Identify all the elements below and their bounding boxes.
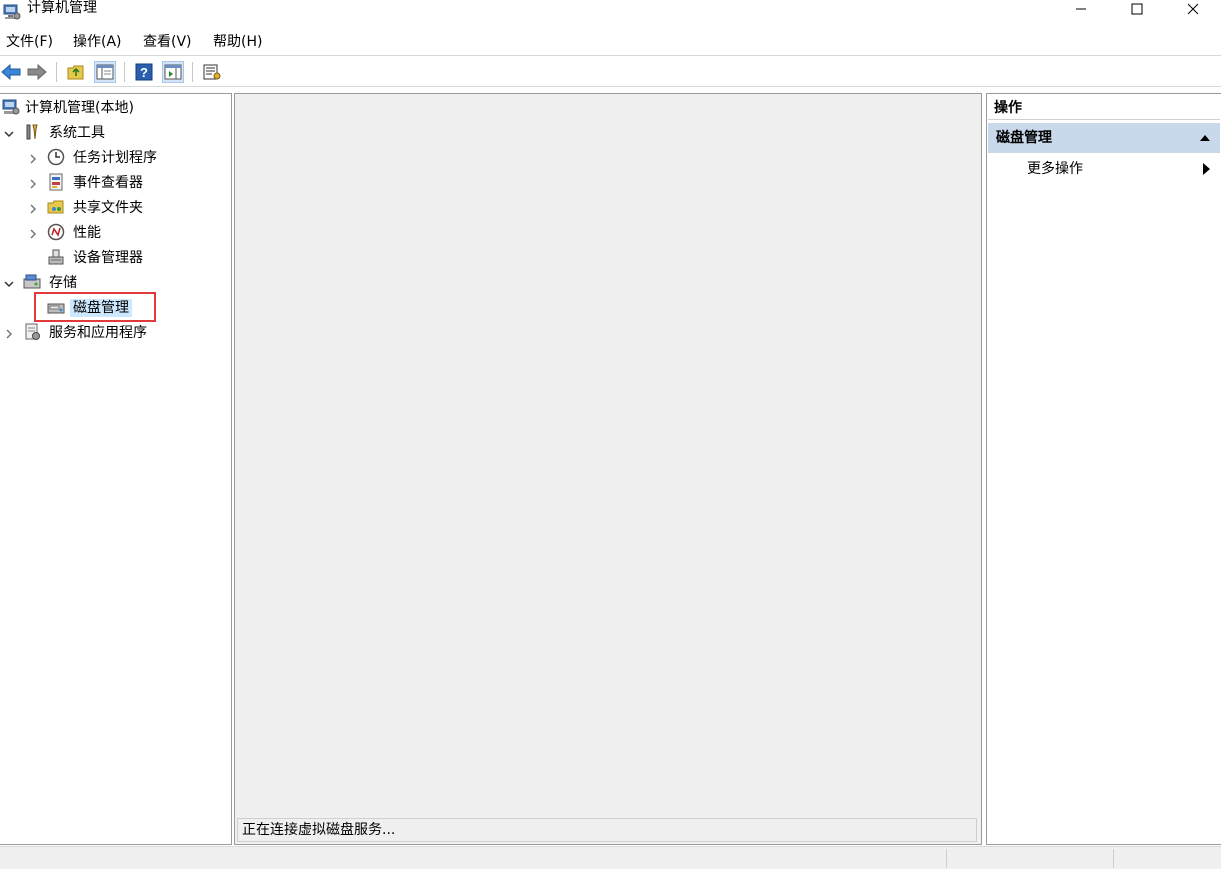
storage-icon — [23, 274, 41, 289]
console-tree-pane: 计算机管理(本地) 系统工具 任务计划程序 事件查看器 共享文件夹 性能 设备管… — [0, 93, 232, 845]
submenu-arrow-icon — [1203, 163, 1210, 175]
chevron-right-icon[interactable] — [27, 203, 39, 215]
action-more-actions[interactable]: 更多操作 — [1027, 160, 1083, 178]
show-action-pane-icon — [164, 64, 182, 80]
center-content-pane: 正在连接虚拟磁盘服务... — [234, 93, 982, 845]
window-title: 计算机管理 — [27, 0, 97, 16]
maximize-icon — [1131, 3, 1143, 15]
toolbar-separator — [56, 62, 57, 82]
shared-folder-icon — [47, 200, 64, 214]
chevron-down-icon[interactable] — [3, 278, 15, 290]
help-button[interactable]: ? — [133, 61, 155, 83]
status-bar-divider — [1113, 849, 1114, 868]
tree-item-event-viewer[interactable]: 事件查看器 — [73, 174, 143, 192]
chevron-right-icon[interactable] — [3, 328, 15, 340]
help-icon: ? — [135, 63, 153, 81]
services-icon — [25, 323, 40, 340]
action-section-label: 磁盘管理 — [996, 130, 1052, 146]
menu-bar: 文件(F) 操作(A) 查看(V) 帮助(H) — [0, 29, 1221, 56]
tree-item-task-scheduler[interactable]: 任务计划程序 — [73, 149, 157, 167]
computer-management-icon — [2, 99, 20, 115]
svg-text:?: ? — [140, 65, 148, 80]
clock-icon — [47, 148, 65, 166]
toolbar: ? — [0, 57, 1221, 87]
title-bar: 计算机管理 — [0, 0, 1221, 28]
show-hide-tree-icon — [96, 64, 114, 80]
properties-icon — [203, 64, 221, 80]
event-viewer-icon — [49, 173, 63, 191]
tree-item-system-tools[interactable]: 系统工具 — [49, 124, 105, 142]
menu-help[interactable]: 帮助(H) — [213, 33, 262, 51]
menu-file[interactable]: 文件(F) — [6, 33, 53, 51]
properties-button[interactable] — [201, 61, 223, 83]
performance-icon — [47, 223, 65, 241]
up-button[interactable] — [65, 61, 87, 83]
forward-button[interactable] — [26, 61, 48, 83]
tree-item-performance[interactable]: 性能 — [73, 224, 101, 242]
tree-item-storage[interactable]: 存储 — [49, 274, 77, 292]
status-bar-divider — [946, 849, 947, 868]
minimize-button[interactable] — [1053, 0, 1109, 18]
menu-action[interactable]: 操作(A) — [73, 33, 122, 51]
show-hide-tree-button[interactable] — [94, 61, 116, 83]
computer-management-icon — [3, 4, 21, 20]
close-button[interactable] — [1165, 0, 1221, 18]
chevron-right-icon[interactable] — [27, 153, 39, 165]
minimize-icon — [1076, 8, 1086, 10]
status-bar — [0, 846, 1221, 869]
tree-item-services-apps[interactable]: 服务和应用程序 — [49, 324, 147, 342]
show-action-pane-button[interactable] — [162, 61, 184, 83]
back-arrow-icon — [1, 64, 21, 80]
computer-management-window: 计算机管理 文件(F) 操作(A) 查看(V) 帮助(H) ? 计算机管理(本地… — [0, 0, 1221, 869]
tree-item-root[interactable]: 计算机管理(本地) — [25, 99, 134, 117]
tree-item-device-manager[interactable]: 设备管理器 — [73, 249, 143, 267]
annotation-highlight-box — [34, 292, 156, 322]
up-folder-icon — [67, 65, 84, 80]
system-tools-icon — [26, 124, 38, 140]
center-status-text: 正在连接虚拟磁盘服务... — [237, 818, 977, 842]
chevron-down-icon[interactable] — [3, 128, 15, 140]
back-button[interactable] — [0, 61, 22, 83]
collapse-up-icon[interactable] — [1200, 134, 1210, 141]
device-manager-icon — [48, 249, 64, 265]
maximize-button[interactable] — [1109, 0, 1165, 18]
action-section-disk-management[interactable]: 磁盘管理 — [988, 123, 1220, 153]
toolbar-separator — [124, 62, 125, 82]
menu-view[interactable]: 查看(V) — [143, 33, 192, 51]
tree-item-shared-folders[interactable]: 共享文件夹 — [73, 199, 143, 217]
chevron-right-icon[interactable] — [27, 178, 39, 190]
action-pane: 操作 磁盘管理 更多操作 — [986, 93, 1221, 845]
toolbar-separator — [192, 62, 193, 82]
chevron-right-icon[interactable] — [27, 228, 39, 240]
close-icon — [1187, 3, 1199, 15]
forward-arrow-icon — [27, 64, 47, 80]
action-pane-header: 操作 — [988, 96, 1220, 120]
